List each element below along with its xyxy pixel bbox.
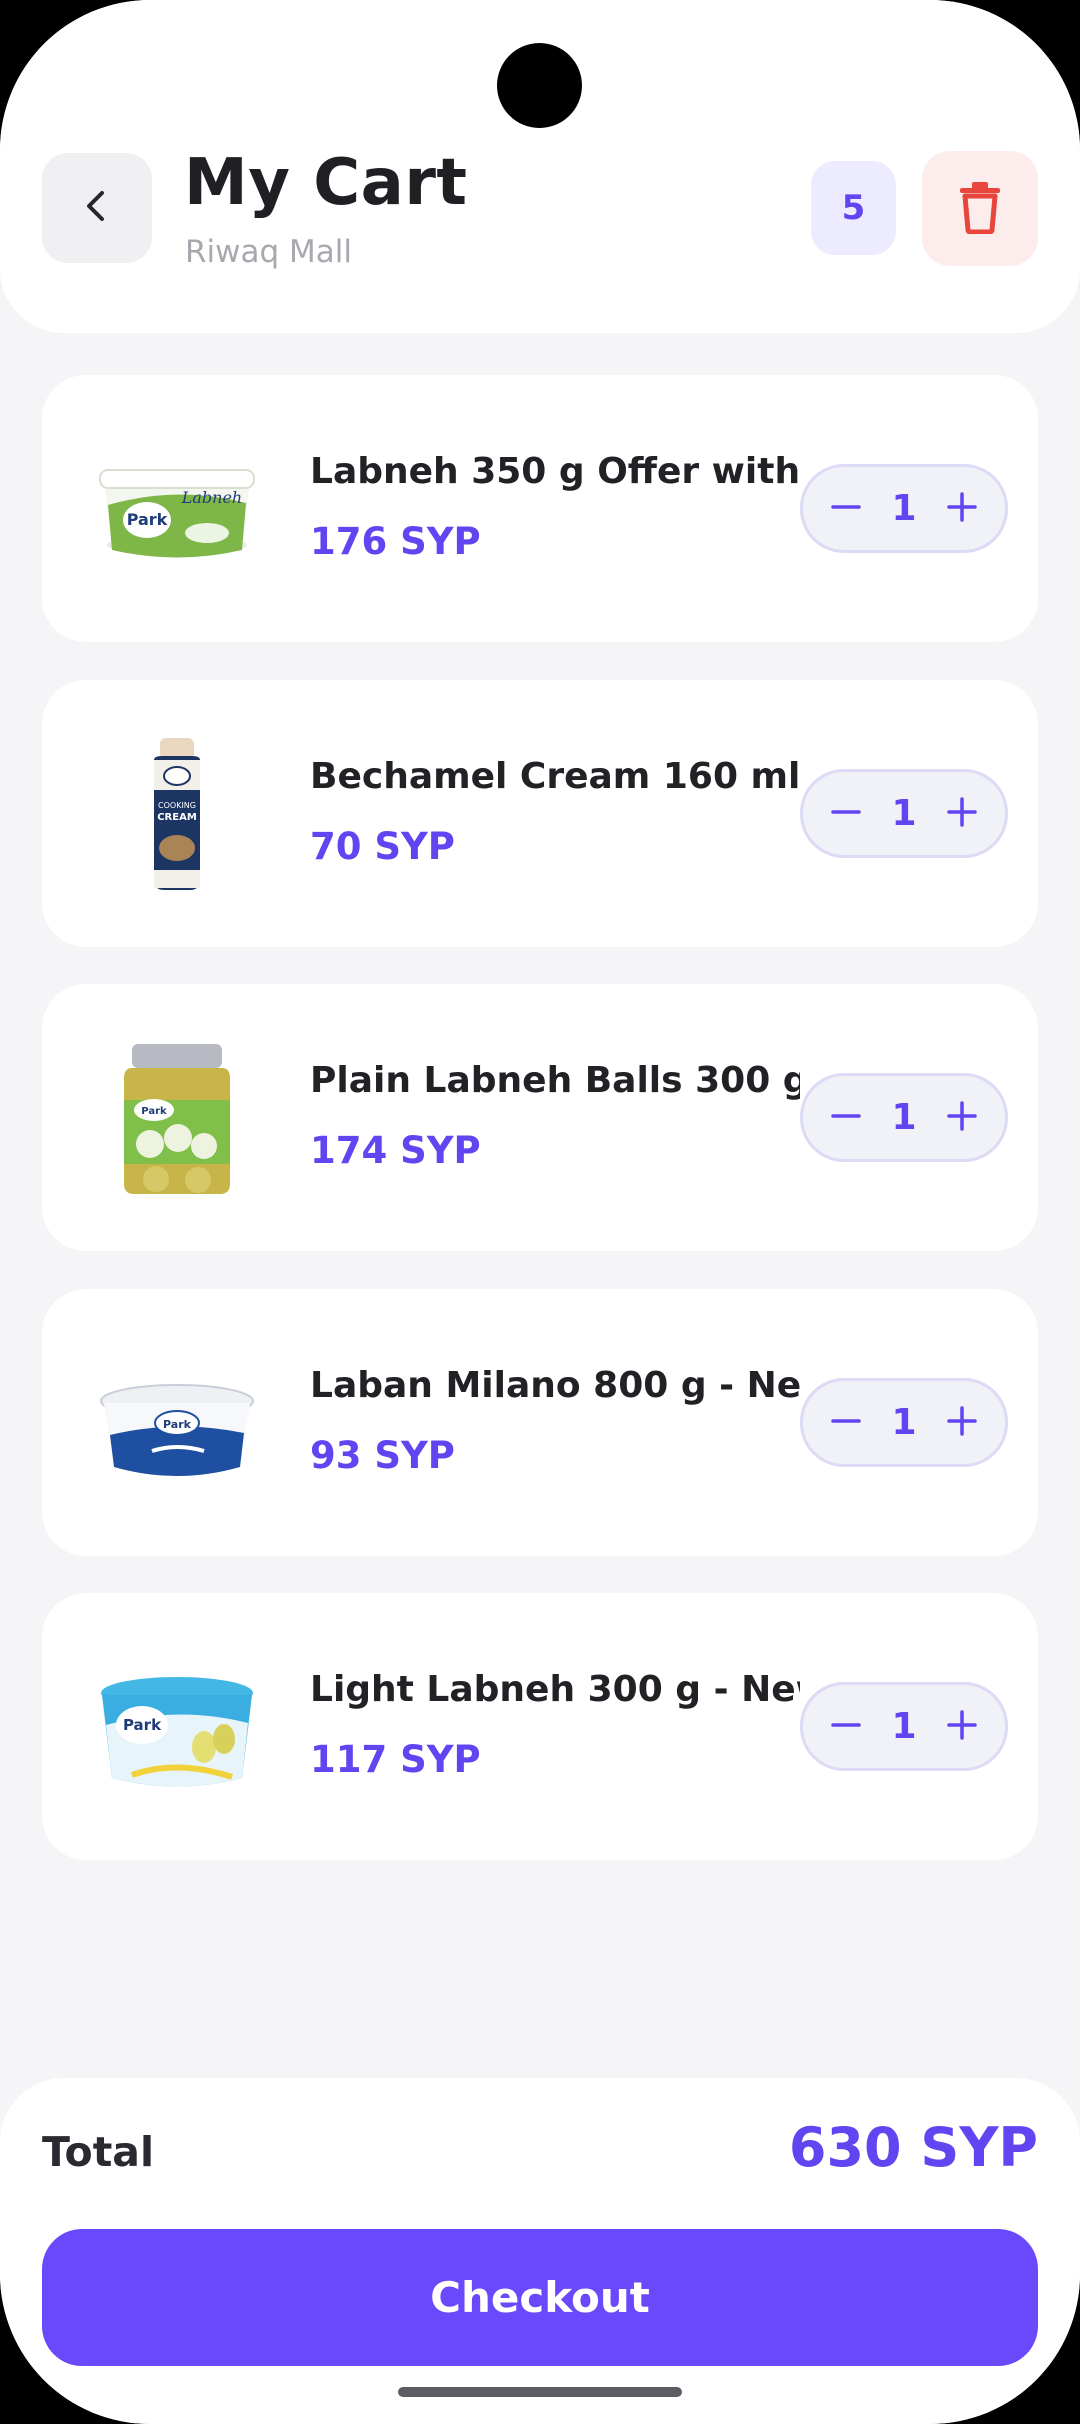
cart-item: Park Laban Milano 800 g - Ne... 93 SYP 1 <box>42 1289 1038 1556</box>
product-image-laban: Park <box>92 1339 262 1509</box>
minus-icon <box>830 1709 862 1745</box>
svg-text:COOKING: COOKING <box>158 801 196 810</box>
quantity-stepper: 1 <box>800 1073 1008 1162</box>
quantity-value: 1 <box>891 1706 917 1747</box>
svg-text:Park: Park <box>123 1716 162 1734</box>
plus-icon <box>946 1100 978 1136</box>
increase-quantity-button[interactable] <box>927 1381 997 1464</box>
front-camera <box>497 43 582 128</box>
decrease-quantity-button[interactable] <box>811 1381 881 1464</box>
quantity-value: 1 <box>891 793 917 834</box>
decrease-quantity-button[interactable] <box>811 467 881 550</box>
item-price: 117 SYP <box>310 1738 481 1781</box>
item-name: Light Labneh 300 g - New... <box>310 1669 800 1710</box>
checkout-button[interactable]: Checkout <box>42 2229 1038 2366</box>
quantity-stepper: 1 <box>800 464 1008 553</box>
increase-quantity-button[interactable] <box>927 467 997 550</box>
minus-icon <box>830 796 862 832</box>
product-image-labneh-balls: Park <box>92 1034 262 1204</box>
item-price: 70 SYP <box>310 825 455 868</box>
cart-item: Park Plain Labneh Balls 300 g ... 174 SY… <box>42 984 1038 1251</box>
back-button[interactable] <box>42 153 152 263</box>
plus-icon <box>946 491 978 527</box>
total-value: 630 SYP <box>788 2116 1038 2179</box>
item-price: 174 SYP <box>310 1129 481 1172</box>
product-image-light-labneh: Park <box>92 1643 262 1813</box>
item-price: 93 SYP <box>310 1434 455 1477</box>
quantity-value: 1 <box>891 1402 917 1443</box>
quantity-value: 1 <box>891 488 917 529</box>
svg-text:Park: Park <box>163 1418 192 1431</box>
product-image-labneh: Park Labneh <box>92 425 262 595</box>
minus-icon <box>830 1405 862 1441</box>
minus-icon <box>830 491 862 527</box>
item-name: Bechamel Cream 160 ml ... <box>310 756 800 797</box>
item-price: 176 SYP <box>310 520 481 563</box>
quantity-stepper: 1 <box>800 769 1008 858</box>
chevron-left-icon <box>77 186 117 230</box>
increase-quantity-button[interactable] <box>927 1076 997 1159</box>
svg-text:Labneh: Labneh <box>181 488 242 507</box>
cart-item: Park Labneh Labneh 350 g Offer with ... … <box>42 375 1038 642</box>
item-name: Labneh 350 g Offer with ... <box>310 451 800 492</box>
svg-text:Park: Park <box>127 510 168 529</box>
item-name: Plain Labneh Balls 300 g ... <box>310 1060 800 1101</box>
quantity-value: 1 <box>891 1097 917 1138</box>
plus-icon <box>946 1709 978 1745</box>
product-image-cooking-cream: COOKING CREAM <box>92 730 262 900</box>
item-name: Laban Milano 800 g - Ne... <box>310 1365 800 1406</box>
checkout-panel: Total 630 SYP Checkout <box>0 2078 1080 2424</box>
cart-screen: My Cart Riwaq Mall 5 Park Labneh Labneh … <box>0 0 1080 2424</box>
home-indicator[interactable] <box>398 2387 682 2397</box>
item-count-badge: 5 <box>811 161 896 255</box>
decrease-quantity-button[interactable] <box>811 1685 881 1768</box>
clear-cart-button[interactable] <box>922 151 1038 266</box>
svg-text:CREAM: CREAM <box>157 812 197 823</box>
quantity-stepper: 1 <box>800 1682 1008 1771</box>
minus-icon <box>830 1100 862 1136</box>
increase-quantity-button[interactable] <box>927 1685 997 1768</box>
plus-icon <box>946 1405 978 1441</box>
cart-item: Park Light Labneh 300 g - New... 117 SYP… <box>42 1593 1038 1860</box>
quantity-stepper: 1 <box>800 1378 1008 1467</box>
total-label: Total <box>42 2128 155 2176</box>
svg-text:Park: Park <box>141 1106 167 1117</box>
plus-icon <box>946 796 978 832</box>
store-name: Riwaq Mall <box>185 234 353 270</box>
decrease-quantity-button[interactable] <box>811 1076 881 1159</box>
trash-icon <box>956 180 1004 238</box>
page-title: My Cart <box>184 146 468 220</box>
increase-quantity-button[interactable] <box>927 772 997 855</box>
decrease-quantity-button[interactable] <box>811 772 881 855</box>
cart-item: COOKING CREAM Bechamel Cream 160 ml ... … <box>42 680 1038 947</box>
